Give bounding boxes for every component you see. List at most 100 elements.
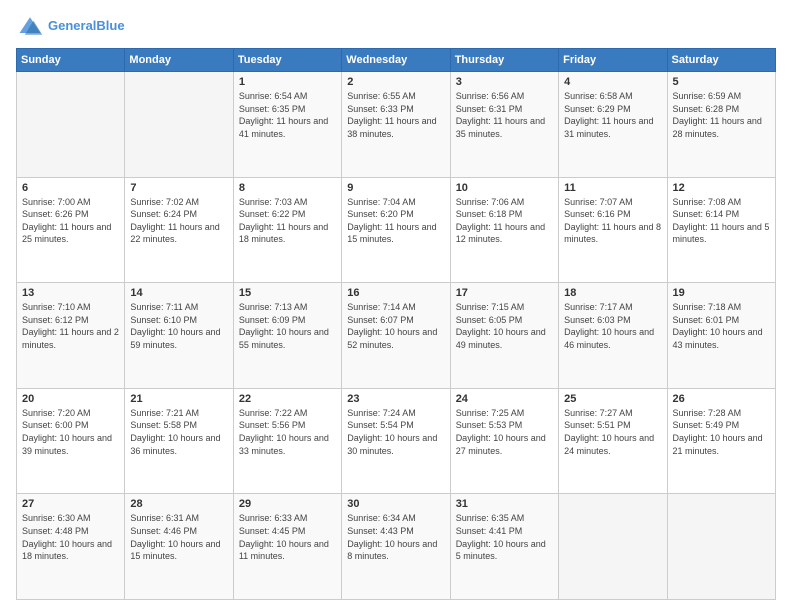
calendar-day-cell: 31 Sunrise: 6:35 AMSunset: 4:41 PMDayligh… [450,494,558,600]
day-info: Sunrise: 7:14 AMSunset: 6:07 PMDaylight:… [347,301,444,351]
calendar-day-cell: 24Sunrise: 7:25 AMSunset: 5:53 PMDayligh… [450,388,558,494]
calendar-day-cell: 30 Sunrise: 6:34 AMSunset: 4:43 PMDayligh… [342,494,450,600]
day-info: Sunrise: 7:04 AMSunset: 6:20 PMDaylight:… [347,196,444,246]
day-info: Sunrise: 7:24 AMSunset: 5:54 PMDaylight:… [347,407,444,457]
day-number: 31 [456,498,553,510]
calendar-day-cell: 12 Sunrise: 7:08 AMSunset: 6:14 PMDayligh… [667,177,775,283]
day-number: 4 [564,76,661,88]
day-number: 2 [347,76,444,88]
day-number: 9 [347,182,444,194]
day-info: Sunrise: 6:34 AMSunset: 4:43 PMDaylight:… [347,512,444,562]
day-number: 17 [456,287,553,299]
calendar-day-cell: 14Sunrise: 7:11 AMSunset: 6:10 PMDayligh… [125,283,233,389]
day-info: Sunrise: 6:33 AMSunset: 4:45 PMDaylight:… [239,512,336,562]
day-number: 25 [564,393,661,405]
calendar-week-row: 13 Sunrise: 7:10 AMSunset: 6:12 PMDayligh… [17,283,776,389]
day-info: Sunrise: 7:02 AMSunset: 6:24 PMDaylight:… [130,196,227,246]
day-info: Sunrise: 7:06 AMSunset: 6:18 PMDaylight:… [456,196,553,246]
logo-text: GeneralBlue [48,18,125,34]
weekday-header: Friday [559,49,667,72]
calendar-day-cell: 2Sunrise: 6:55 AMSunset: 6:33 PMDaylight… [342,72,450,178]
calendar-day-cell: 22Sunrise: 7:22 AMSunset: 5:56 PMDayligh… [233,388,341,494]
day-number: 18 [564,287,661,299]
calendar-day-cell: 17 Sunrise: 7:15 AMSunset: 6:05 PMDayligh… [450,283,558,389]
day-number: 8 [239,182,336,194]
logo-general: General [48,18,96,33]
day-number: 10 [456,182,553,194]
day-info: Sunrise: 6:31 AMSunset: 4:46 PMDaylight:… [130,512,227,562]
day-number: 12 [673,182,770,194]
day-number: 24 [456,393,553,405]
page: GeneralBlue SundayMondayTuesdayWednesday… [0,0,792,612]
calendar-day-cell: 1 Sunrise: 6:54 AMSunset: 6:35 PMDaylight… [233,72,341,178]
calendar-day-cell: 4 Sunrise: 6:58 AMSunset: 6:29 PMDaylight… [559,72,667,178]
day-info: Sunrise: 7:21 AMSunset: 5:58 PMDaylight:… [130,407,227,457]
weekday-header: Monday [125,49,233,72]
logo-icon [16,12,44,40]
calendar-day-cell: 13 Sunrise: 7:10 AMSunset: 6:12 PMDayligh… [17,283,125,389]
day-info: Sunrise: 7:00 AMSunset: 6:26 PMDaylight:… [22,196,119,246]
weekday-header: Saturday [667,49,775,72]
day-number: 11 [564,182,661,194]
weekday-header: Thursday [450,49,558,72]
calendar-day-cell: 23 Sunrise: 7:24 AMSunset: 5:54 PMDayligh… [342,388,450,494]
day-number: 16 [347,287,444,299]
day-number: 23 [347,393,444,405]
day-info: Sunrise: 6:30 AMSunset: 4:48 PMDaylight:… [22,512,119,562]
calendar-day-cell: 16 Sunrise: 7:14 AMSunset: 6:07 PMDayligh… [342,283,450,389]
calendar-day-cell [17,72,125,178]
calendar-day-cell: 6 Sunrise: 7:00 AMSunset: 6:26 PMDaylight… [17,177,125,283]
calendar-day-cell: 28 Sunrise: 6:31 AMSunset: 4:46 PMDayligh… [125,494,233,600]
day-info: Sunrise: 7:28 AMSunset: 5:49 PMDaylight:… [673,407,770,457]
day-number: 15 [239,287,336,299]
calendar-day-cell: 15 Sunrise: 7:13 AMSunset: 6:09 PMDayligh… [233,283,341,389]
day-info: Sunrise: 7:08 AMSunset: 6:14 PMDaylight:… [673,196,770,246]
calendar-day-cell: 20 Sunrise: 7:20 AMSunset: 6:00 PMDayligh… [17,388,125,494]
calendar-table: SundayMondayTuesdayWednesdayThursdayFrid… [16,48,776,600]
day-info: Sunrise: 7:22 AMSunset: 5:56 PMDaylight:… [239,407,336,457]
calendar-week-row: 20 Sunrise: 7:20 AMSunset: 6:00 PMDayligh… [17,388,776,494]
day-info: Sunrise: 7:20 AMSunset: 6:00 PMDaylight:… [22,407,119,457]
calendar-week-row: 6 Sunrise: 7:00 AMSunset: 6:26 PMDaylight… [17,177,776,283]
header: GeneralBlue [16,12,776,40]
day-number: 1 [239,76,336,88]
day-info: Sunrise: 6:56 AMSunset: 6:31 PMDaylight:… [456,90,553,140]
calendar-day-cell: 25 Sunrise: 7:27 AMSunset: 5:51 PMDayligh… [559,388,667,494]
calendar-day-cell: 3Sunrise: 6:56 AMSunset: 6:31 PMDaylight… [450,72,558,178]
calendar-day-cell: 11 Sunrise: 7:07 AMSunset: 6:16 PMDayligh… [559,177,667,283]
day-info: Sunrise: 6:35 AMSunset: 4:41 PMDaylight:… [456,512,553,562]
day-number: 6 [22,182,119,194]
calendar-day-cell: 21 Sunrise: 7:21 AMSunset: 5:58 PMDayligh… [125,388,233,494]
day-number: 21 [130,393,227,405]
day-info: Sunrise: 7:15 AMSunset: 6:05 PMDaylight:… [456,301,553,351]
calendar-day-cell: 10 Sunrise: 7:06 AMSunset: 6:18 PMDayligh… [450,177,558,283]
day-info: Sunrise: 7:13 AMSunset: 6:09 PMDaylight:… [239,301,336,351]
weekday-header: Tuesday [233,49,341,72]
day-info: Sunrise: 7:07 AMSunset: 6:16 PMDaylight:… [564,196,661,246]
calendar-day-cell [125,72,233,178]
calendar-day-cell: 19 Sunrise: 7:18 AMSunset: 6:01 PMDayligh… [667,283,775,389]
day-info: Sunrise: 7:27 AMSunset: 5:51 PMDaylight:… [564,407,661,457]
calendar-header: SundayMondayTuesdayWednesdayThursdayFrid… [17,49,776,72]
day-info: Sunrise: 7:10 AMSunset: 6:12 PMDaylight:… [22,301,119,351]
day-info: Sunrise: 6:58 AMSunset: 6:29 PMDaylight:… [564,90,661,140]
calendar-body: 1 Sunrise: 6:54 AMSunset: 6:35 PMDaylight… [17,72,776,600]
day-number: 27 [22,498,119,510]
day-number: 30 [347,498,444,510]
day-number: 20 [22,393,119,405]
weekday-row: SundayMondayTuesdayWednesdayThursdayFrid… [17,49,776,72]
calendar-day-cell: 27 Sunrise: 6:30 AMSunset: 4:48 PMDayligh… [17,494,125,600]
day-number: 26 [673,393,770,405]
calendar-day-cell: 29 Sunrise: 6:33 AMSunset: 4:45 PMDayligh… [233,494,341,600]
day-number: 13 [22,287,119,299]
day-info: Sunrise: 6:54 AMSunset: 6:35 PMDaylight:… [239,90,336,140]
day-info: Sunrise: 7:18 AMSunset: 6:01 PMDaylight:… [673,301,770,351]
calendar-week-row: 1 Sunrise: 6:54 AMSunset: 6:35 PMDaylight… [17,72,776,178]
calendar-week-row: 27 Sunrise: 6:30 AMSunset: 4:48 PMDayligh… [17,494,776,600]
day-number: 19 [673,287,770,299]
weekday-header: Wednesday [342,49,450,72]
calendar-day-cell: 26 Sunrise: 7:28 AMSunset: 5:49 PMDayligh… [667,388,775,494]
day-number: 29 [239,498,336,510]
day-info: Sunrise: 6:59 AMSunset: 6:28 PMDaylight:… [673,90,770,140]
day-number: 28 [130,498,227,510]
